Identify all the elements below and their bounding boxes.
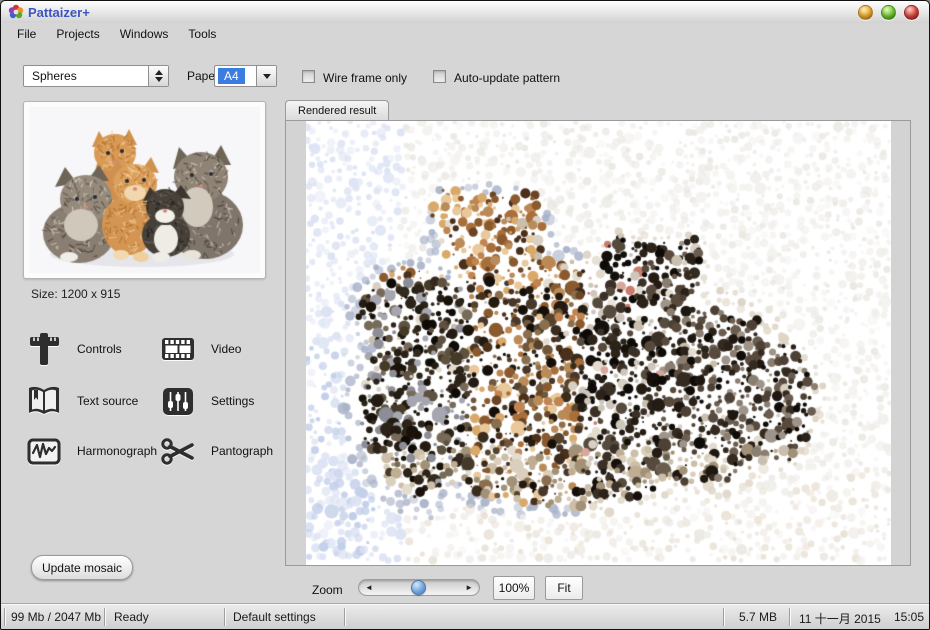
tool-settings-label: Settings: [211, 394, 254, 408]
zoom-fit-button[interactable]: Fit: [545, 576, 583, 600]
tool-controls[interactable]: Controls: [25, 327, 160, 371]
menu-windows[interactable]: Windows: [110, 25, 179, 43]
menu-file[interactable]: File: [7, 25, 46, 43]
autoupdate-checkbox[interactable]: [433, 70, 446, 83]
paper-dropdown-button[interactable]: [256, 66, 276, 86]
tool-text-source-label: Text source: [77, 394, 138, 408]
maximize-button[interactable]: [881, 5, 896, 20]
menu-tools[interactable]: Tools: [178, 25, 226, 43]
chevron-down-icon: [263, 74, 271, 79]
zoom-label: Zoom: [312, 583, 343, 597]
tool-harmonograph-label: Harmonograph: [77, 444, 157, 458]
menu-bar: File Projects Windows Tools: [1, 23, 929, 45]
app-flower-icon: [8, 4, 24, 20]
sliders-icon: [159, 382, 197, 420]
tool-pantograph[interactable]: Pantograph: [159, 429, 294, 473]
tab-rendered-result[interactable]: Rendered result: [285, 100, 389, 121]
update-mosaic-button[interactable]: Update mosaic: [31, 555, 133, 580]
tool-text-source[interactable]: Text source: [25, 379, 160, 423]
render-page: [306, 121, 891, 565]
status-separator: [104, 608, 106, 626]
tsquare-icon: [25, 330, 63, 368]
pattern-select[interactable]: Spheres: [23, 65, 169, 87]
status-separator: [4, 608, 6, 626]
status-separator: [224, 608, 226, 626]
status-separator: [789, 608, 791, 626]
tool-video-label: Video: [211, 342, 241, 356]
spinner-up-icon[interactable]: [155, 70, 163, 75]
app-window: Pattaizer+ File Projects Windows Tools S…: [0, 0, 930, 630]
status-bar: 99 Mb / 2047 Mb Ready Default settings 5…: [1, 603, 929, 629]
status-memory: 99 Mb / 2047 Mb: [11, 610, 101, 624]
title-bar[interactable]: Pattaizer+: [1, 1, 929, 23]
scissors-icon: [159, 432, 197, 470]
paper-select[interactable]: A4: [214, 65, 277, 87]
menu-projects[interactable]: Projects: [46, 25, 109, 43]
mosaic-render: [306, 121, 891, 565]
source-image-panel: [23, 101, 266, 279]
source-image-thumbnail: [29, 107, 260, 273]
autoupdate-checkbox-label: Auto-update pattern: [454, 71, 560, 85]
spinner-down-icon[interactable]: [155, 77, 163, 82]
source-size-label: Size: 1200 x 915: [31, 287, 120, 301]
minimize-button[interactable]: [858, 5, 873, 20]
waveform-icon: [25, 432, 63, 470]
tool-video[interactable]: Video: [159, 327, 294, 371]
zoom-slider-thumb[interactable]: [411, 580, 426, 595]
zoom-100-button[interactable]: 100%: [493, 576, 535, 600]
wireframe-checkbox[interactable]: [302, 70, 315, 83]
pattern-select-value: Spheres: [32, 69, 77, 83]
book-icon: [25, 382, 63, 420]
pattern-spinner[interactable]: [148, 66, 168, 86]
filmstrip-icon: [159, 330, 197, 368]
slider-left-arrow-icon[interactable]: ◄: [365, 582, 373, 594]
wireframe-checkbox-label: Wire frame only: [323, 71, 407, 85]
zoom-slider[interactable]: ◄ ►: [358, 579, 480, 596]
window-title: Pattaizer+: [28, 5, 90, 20]
status-separator: [344, 608, 346, 626]
status-separator: [723, 608, 725, 626]
status-date: 11 十一月 2015: [799, 610, 881, 627]
tool-harmonograph[interactable]: Harmonograph: [25, 429, 160, 473]
close-button[interactable]: [904, 5, 919, 20]
paper-select-value: A4: [218, 68, 245, 84]
status-file-size: 5.7 MB: [739, 610, 777, 624]
status-settings: Default settings: [233, 610, 316, 624]
result-panel: [285, 120, 911, 566]
slider-right-arrow-icon[interactable]: ►: [465, 582, 473, 594]
status-time: 15:05: [894, 610, 924, 624]
tool-controls-label: Controls: [77, 342, 122, 356]
tool-pantograph-label: Pantograph: [211, 444, 273, 458]
status-ready: Ready: [114, 610, 149, 624]
tool-settings[interactable]: Settings: [159, 379, 294, 423]
